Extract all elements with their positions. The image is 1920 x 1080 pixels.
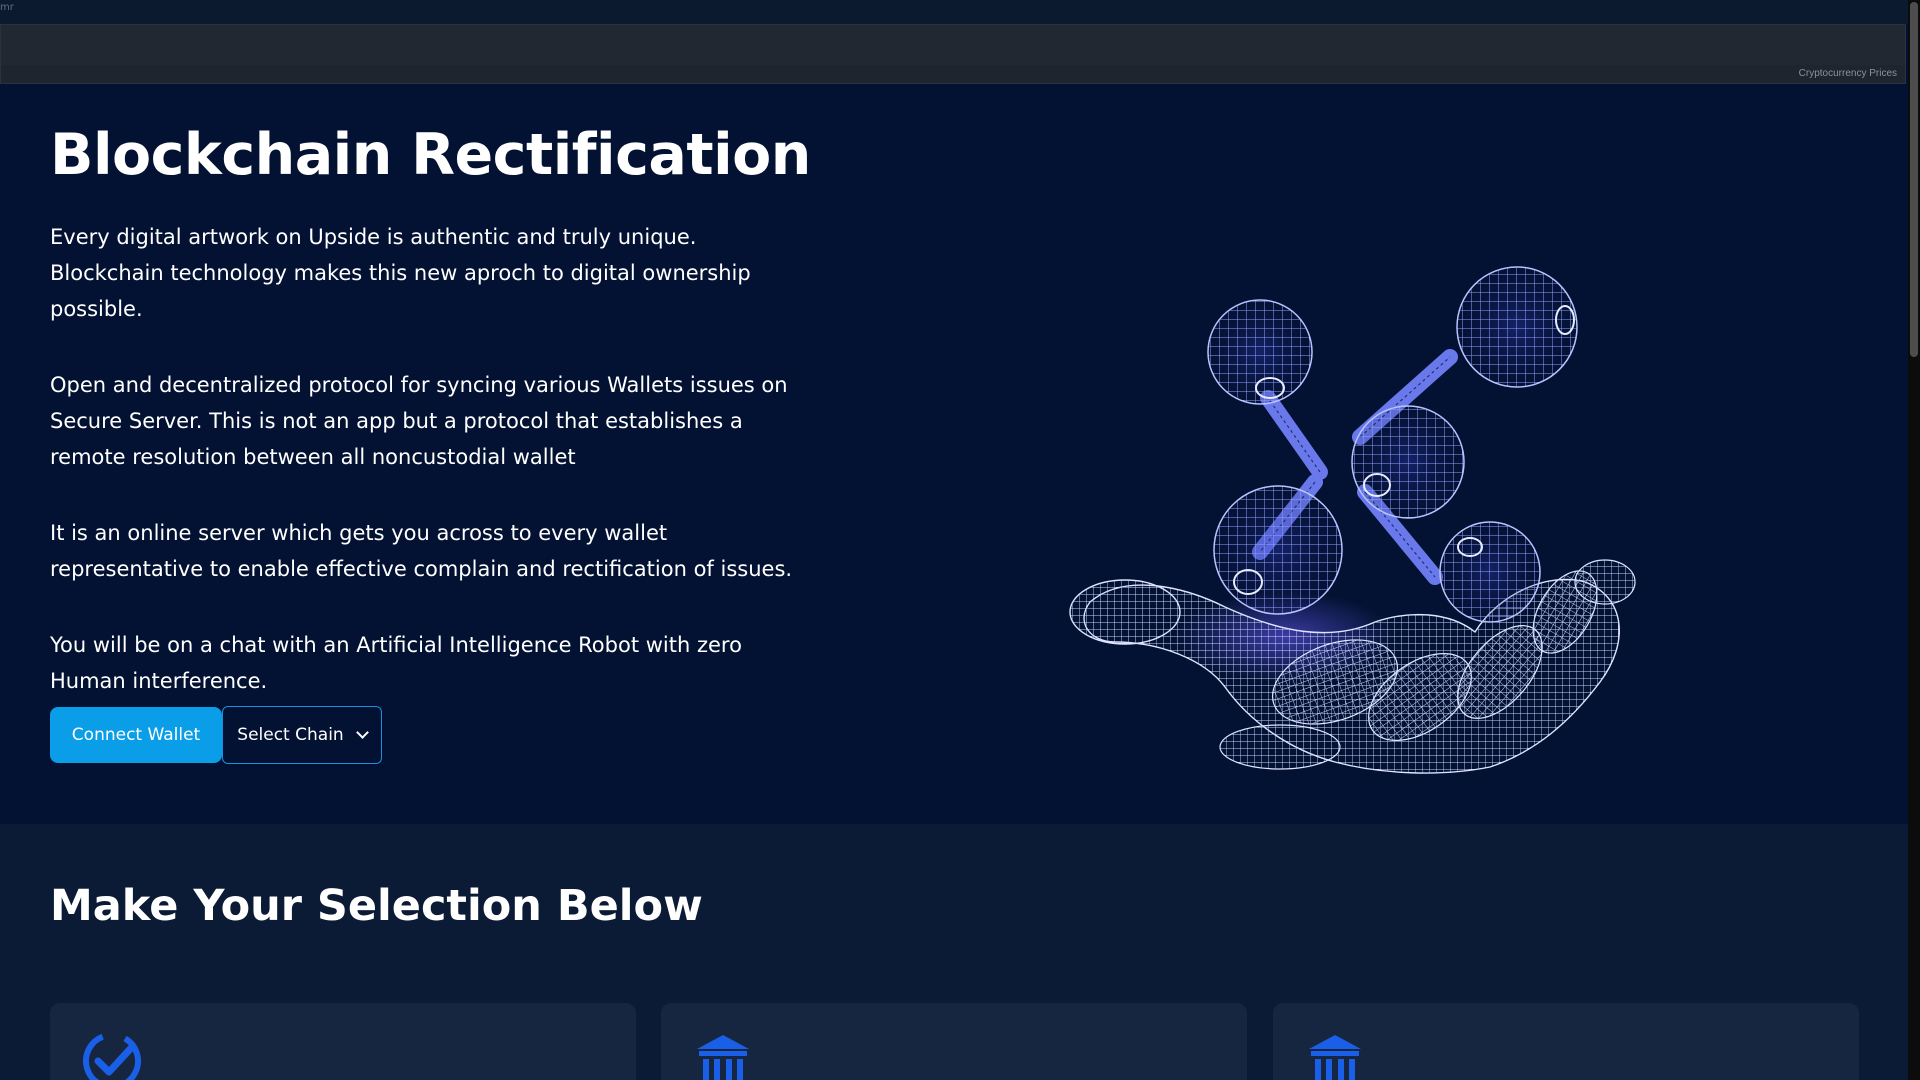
- selection-section: Make Your Selection Below: [0, 824, 1908, 1080]
- hero-section: Blockchain Rectification Every digital a…: [0, 84, 1908, 824]
- chevron-down-icon: [355, 726, 369, 739]
- top-strip-text: mr: [0, 2, 14, 13]
- ticker-credit-link[interactable]: Cryptocurrency Prices: [1799, 68, 1897, 79]
- hero-paragraph: Every digital artwork on Upside is authe…: [50, 225, 751, 321]
- page: mr Cryptocurrency Prices Blockchain Rect…: [0, 0, 1908, 1080]
- crypto-price-ticker[interactable]: Cryptocurrency Prices: [0, 24, 1906, 84]
- select-chain-dropdown[interactable]: Select Chain: [222, 706, 382, 764]
- hero-description: Every digital artwork on Upside is authe…: [50, 219, 798, 739]
- selection-card-validate[interactable]: [50, 1003, 636, 1080]
- connect-wallet-button[interactable]: Connect Wallet: [50, 707, 222, 763]
- selection-card-bank-1[interactable]: [661, 1003, 1247, 1080]
- bank-icon: [1309, 1035, 1361, 1080]
- select-chain-label: Select Chain: [237, 725, 344, 745]
- top-strip: mr: [0, 0, 1908, 24]
- hero-actions: Connect Wallet Select Chain: [50, 706, 382, 764]
- hero-paragraph: It is an online server which gets you ac…: [50, 521, 793, 581]
- hero-paragraph: Open and decentralized protocol for sync…: [50, 373, 788, 469]
- bank-icon: [697, 1035, 749, 1080]
- hero-title: Blockchain Rectification: [50, 122, 811, 188]
- ticker-track: [1, 25, 1905, 65]
- selection-card-bank-2[interactable]: [1273, 1003, 1859, 1080]
- hero-paragraph: You will be on a chat with an Artificial…: [50, 633, 742, 693]
- scrollbar-thumb[interactable]: [1910, 2, 1918, 357]
- vertical-scrollbar[interactable]: [1908, 0, 1920, 1080]
- selection-title: Make Your Selection Below: [50, 881, 703, 931]
- wireframe-hand-holding-molecule-icon: [1069, 266, 1636, 774]
- connect-wallet-label: Connect Wallet: [71, 725, 201, 745]
- molecule-spheres: [1207, 266, 1578, 623]
- check-circle-icon: [83, 1032, 141, 1080]
